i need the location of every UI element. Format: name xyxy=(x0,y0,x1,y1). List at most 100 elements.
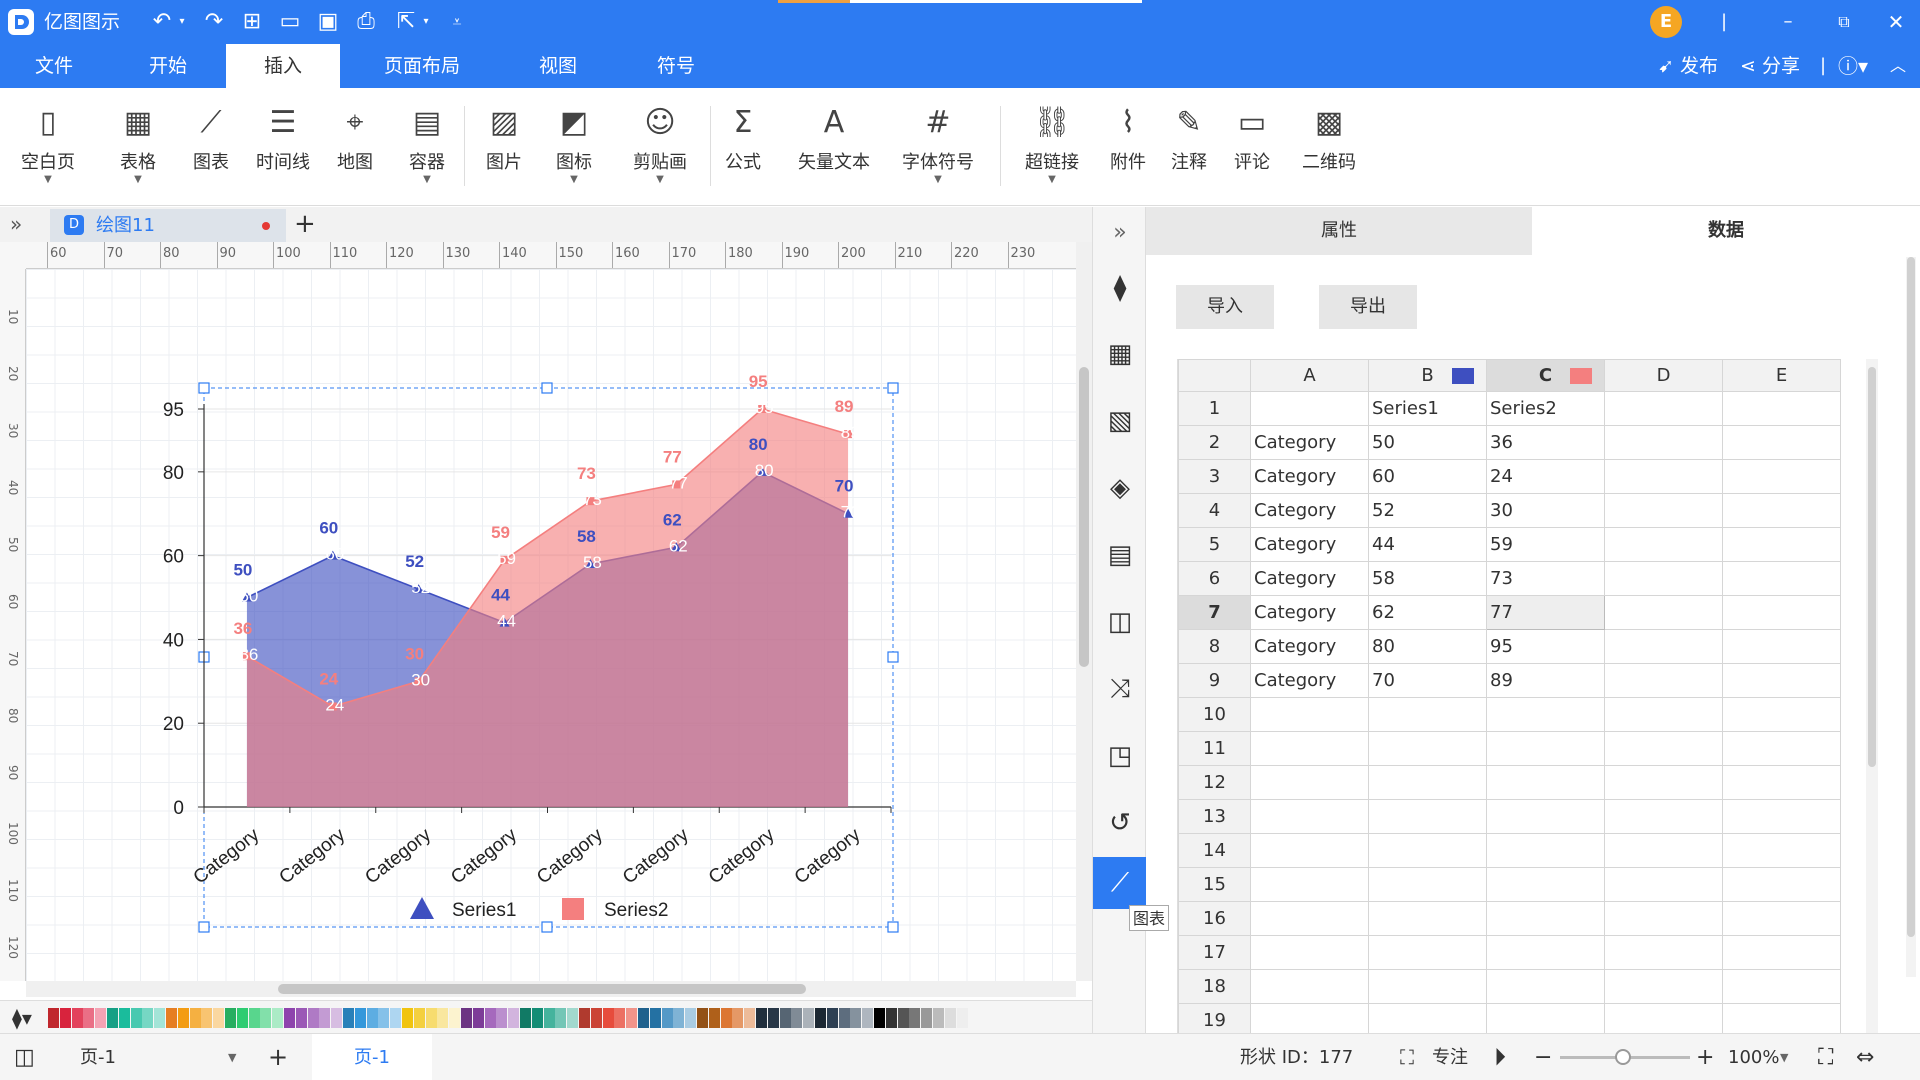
vertical-scrollbar[interactable] xyxy=(1076,242,1092,981)
minimize-icon[interactable]: – xyxy=(1774,0,1802,44)
sheet-cell[interactable]: 73 xyxy=(1486,561,1605,596)
sheet-cell[interactable] xyxy=(1604,595,1723,630)
color-swatch[interactable] xyxy=(177,1008,189,1028)
ribbon-button-table[interactable]: ▦ 表格 ▼ xyxy=(105,98,171,198)
column-header-D[interactable]: D xyxy=(1604,359,1723,392)
color-swatch[interactable] xyxy=(909,1008,921,1028)
sheet-cell[interactable] xyxy=(1486,935,1605,970)
ribbon-dropdown-icon[interactable]: ▼ xyxy=(620,174,700,186)
ribbon-button-attachment[interactable]: ⌇ 附件 xyxy=(1095,98,1161,198)
sheet-cell[interactable] xyxy=(1250,391,1369,426)
ribbon-button-chart[interactable]: ⟋ 图表 xyxy=(178,98,244,198)
sheet-cell[interactable] xyxy=(1368,765,1487,800)
row-number[interactable]: 3 xyxy=(1178,459,1251,494)
sheet-cell[interactable] xyxy=(1368,901,1487,936)
color-swatch[interactable] xyxy=(508,1008,520,1028)
sheet-cell[interactable] xyxy=(1604,833,1723,868)
row-number[interactable]: 15 xyxy=(1178,867,1251,902)
collapse-panel-icon[interactable]: » xyxy=(1093,207,1147,259)
sheet-cell[interactable] xyxy=(1604,1003,1723,1033)
horizontal-scroll-thumb[interactable] xyxy=(278,984,806,994)
row-number[interactable]: 14 xyxy=(1178,833,1251,868)
color-swatch[interactable] xyxy=(850,1008,862,1028)
sheet-cell[interactable] xyxy=(1250,731,1369,766)
fit-width-icon[interactable]: ⇔ xyxy=(1856,1034,1874,1080)
help-icon[interactable]: ⓘ▾ xyxy=(1838,44,1868,88)
sheet-cell[interactable]: 50 xyxy=(1368,425,1487,460)
color-swatch[interactable] xyxy=(862,1008,874,1028)
shuffle-icon[interactable]: ⤨ xyxy=(1093,663,1147,715)
user-avatar[interactable]: E xyxy=(1650,6,1682,38)
sheet-cell[interactable]: 52 xyxy=(1368,493,1487,528)
undo-icon[interactable]: ↶ xyxy=(148,0,176,44)
column-header-B[interactable]: B xyxy=(1368,359,1487,392)
color-swatch[interactable] xyxy=(390,1008,402,1028)
row-number[interactable]: 17 xyxy=(1178,935,1251,970)
color-swatch[interactable] xyxy=(496,1008,508,1028)
ribbon-button-hyperlink[interactable]: ⛓ 超链接 ▼ xyxy=(1010,98,1094,198)
sheet-cell[interactable] xyxy=(1368,867,1487,902)
ribbon-button-picture[interactable]: ▨ 图片 xyxy=(474,98,534,198)
ribbon-dropdown-icon[interactable]: ▼ xyxy=(398,174,456,186)
save-icon[interactable]: ▣ xyxy=(314,0,342,44)
page-select[interactable]: 页-1 ▼ xyxy=(80,1034,240,1080)
sheet-cell[interactable] xyxy=(1604,561,1723,596)
color-swatch[interactable] xyxy=(531,1008,543,1028)
sheet-cell[interactable] xyxy=(1368,969,1487,1004)
row-number[interactable]: 10 xyxy=(1178,697,1251,732)
menu-tab-0[interactable]: 文件 xyxy=(4,44,104,88)
color-swatch[interactable] xyxy=(118,1008,130,1028)
sheet-cell[interactable]: Category xyxy=(1250,459,1369,494)
ribbon-button-formula[interactable]: Σ 公式 xyxy=(710,98,776,198)
sheet-cell[interactable] xyxy=(1368,731,1487,766)
sheet-cell[interactable] xyxy=(1722,561,1841,596)
sheet-cell[interactable] xyxy=(1368,1003,1487,1033)
column-header-C[interactable]: C xyxy=(1486,359,1605,392)
sheet-cell[interactable] xyxy=(1250,969,1369,1004)
sheet-cell[interactable] xyxy=(1604,459,1723,494)
sheet-cell[interactable] xyxy=(1486,799,1605,834)
color-swatch[interactable] xyxy=(708,1008,720,1028)
menu-tab-5[interactable]: 符号 xyxy=(626,44,726,88)
color-swatch[interactable] xyxy=(59,1008,71,1028)
color-swatch[interactable] xyxy=(166,1008,177,1028)
color-swatch[interactable] xyxy=(732,1008,744,1028)
sheet-cell[interactable]: Category xyxy=(1250,527,1369,562)
color-swatch[interactable] xyxy=(567,1008,579,1028)
sheet-cell[interactable] xyxy=(1722,527,1841,562)
sheet-cell[interactable] xyxy=(1368,799,1487,834)
color-swatch[interactable] xyxy=(366,1008,378,1028)
sheet-cell[interactable] xyxy=(1604,935,1723,970)
color-swatch[interactable] xyxy=(590,1008,602,1028)
sheet-cell[interactable]: Category xyxy=(1250,629,1369,664)
color-swatch[interactable] xyxy=(626,1008,638,1028)
tab-data[interactable]: 数据 xyxy=(1532,207,1920,255)
color-swatch[interactable] xyxy=(720,1008,732,1028)
row-number[interactable]: 8 xyxy=(1178,629,1251,664)
focus-label[interactable]: 专注 xyxy=(1432,1034,1468,1080)
color-swatch[interactable] xyxy=(95,1008,107,1028)
sheet-cell[interactable]: Category xyxy=(1250,663,1369,698)
sheet-cell[interactable] xyxy=(1722,731,1841,766)
area-chart[interactable]: 0 20 40 60 80 95 50 50 60 60 52 52 44 44 58 58 62 62 80 80 7… xyxy=(26,269,1076,981)
color-swatch[interactable] xyxy=(685,1008,697,1028)
sheet-cell[interactable]: Series1 xyxy=(1368,391,1487,426)
row-number[interactable]: 16 xyxy=(1178,901,1251,936)
color-swatch[interactable] xyxy=(272,1008,284,1028)
color-swatch[interactable] xyxy=(956,1008,968,1028)
ribbon-button-qrcode[interactable]: ▩ 二维码 xyxy=(1286,98,1372,198)
sheet-cell[interactable] xyxy=(1604,867,1723,902)
color-swatch[interactable] xyxy=(83,1008,95,1028)
layers-icon[interactable]: ◈ xyxy=(1093,462,1147,514)
color-swatch[interactable] xyxy=(319,1008,331,1028)
color-swatch[interactable] xyxy=(295,1008,307,1028)
sheet-cell[interactable] xyxy=(1368,833,1487,868)
ribbon-button-container[interactable]: ▤ 容器 ▼ xyxy=(398,98,456,198)
color-swatch[interactable] xyxy=(201,1008,213,1028)
sheet-cell[interactable]: 30 xyxy=(1486,493,1605,528)
sheet-cell[interactable]: 36 xyxy=(1486,425,1605,460)
color-swatch[interactable] xyxy=(579,1008,590,1028)
color-swatch[interactable] xyxy=(107,1008,118,1028)
sheet-cell[interactable] xyxy=(1604,765,1723,800)
page-list-icon[interactable]: ▤ xyxy=(1093,529,1147,581)
